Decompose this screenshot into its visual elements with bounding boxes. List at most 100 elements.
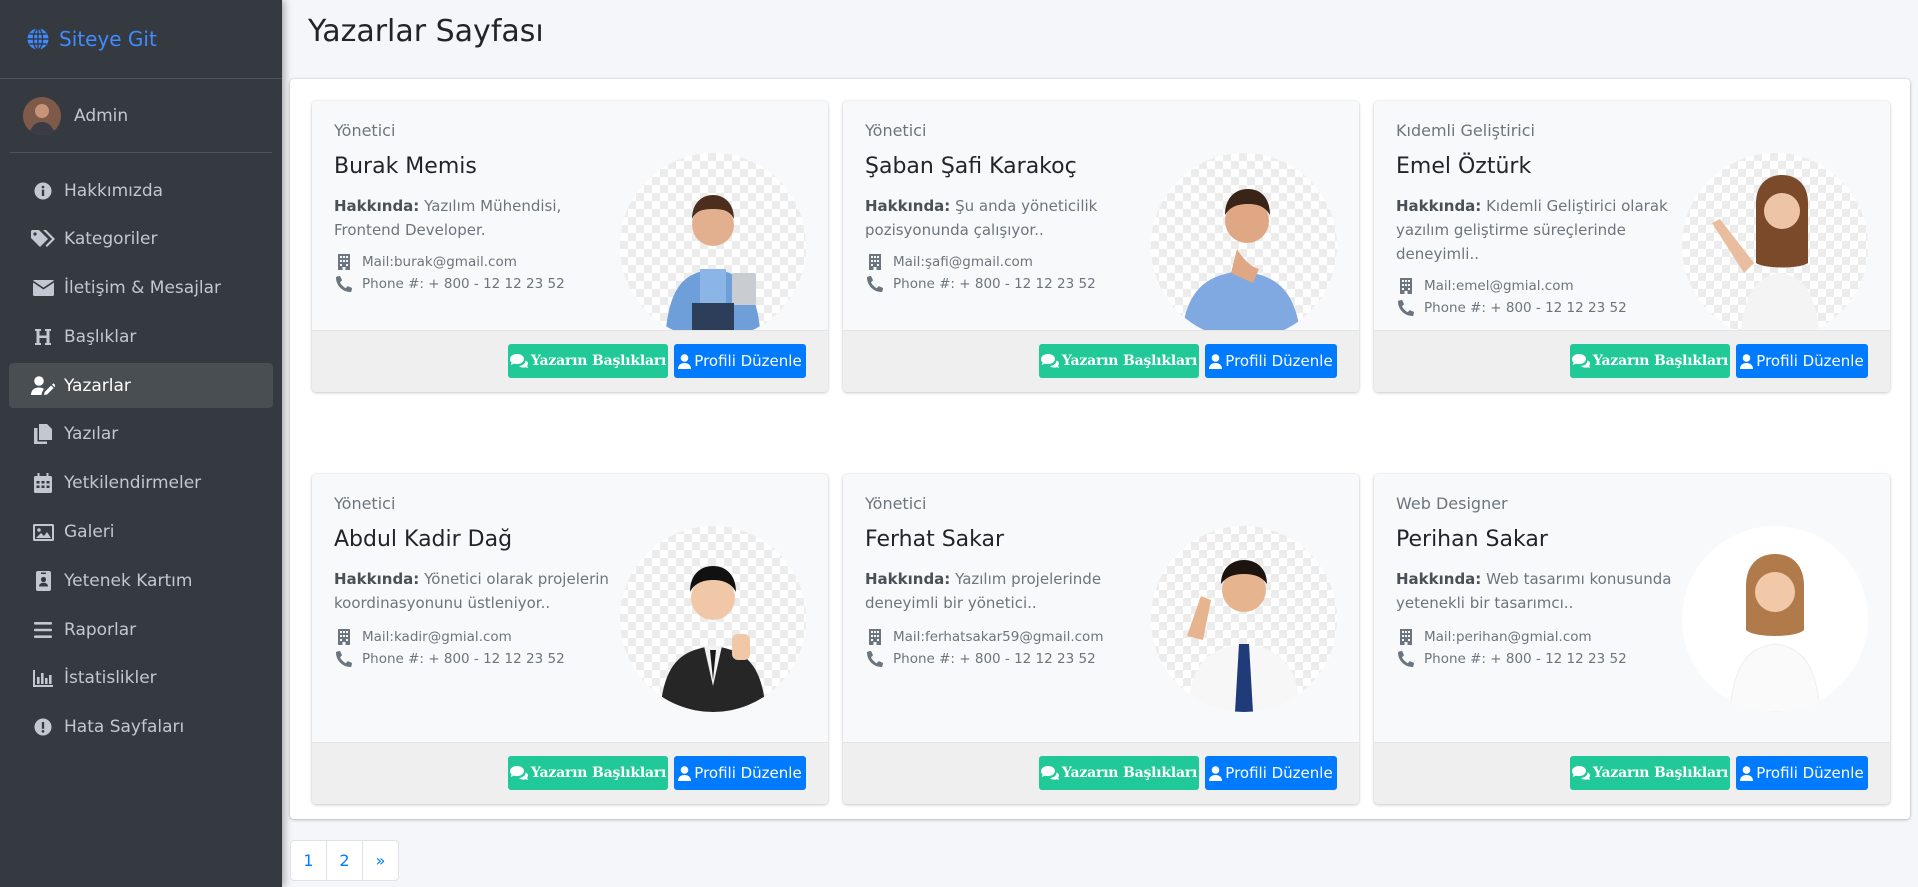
author-topics-button[interactable]: Yazarın Başlıkları bbox=[1570, 344, 1730, 378]
edit-profile-button[interactable]: Profili Düzenle bbox=[1736, 756, 1868, 790]
author-topics-button[interactable]: Yazarın Başlıkları bbox=[1039, 344, 1199, 378]
comments-icon bbox=[509, 766, 528, 780]
building-icon bbox=[338, 254, 350, 270]
user-icon bbox=[678, 353, 692, 369]
author-name: Abdul Kadir Dağ bbox=[334, 527, 513, 552]
author-role: Yönetici bbox=[334, 121, 396, 140]
comments-icon bbox=[1040, 766, 1059, 780]
edit-profile-button[interactable]: Profili Düzenle bbox=[1205, 756, 1337, 790]
heading-icon bbox=[31, 326, 55, 348]
author-topics-button[interactable]: Yazarın Başlıkları bbox=[508, 756, 668, 790]
author-mail: Mail:kadir@gmial.com bbox=[362, 629, 512, 645]
author-about: Hakkında: Şu anda yöneticilik pozisyonun… bbox=[865, 197, 1098, 239]
info-circle-icon bbox=[31, 180, 55, 202]
comments-icon bbox=[1040, 354, 1059, 368]
author-photo bbox=[1682, 526, 1868, 712]
author-card: Kıdemli Geliştirici Emel Öztürk Hakkında… bbox=[1374, 101, 1890, 392]
author-contact: Mail:kadir@gmial.com Phone #: + 800 - 12… bbox=[336, 626, 565, 670]
authors-grid: Yönetici Burak Memis Hakkında: Yazılım M… bbox=[312, 101, 1890, 804]
author-about: Hakkında: Yazılım Mühendisi, Frontend De… bbox=[334, 197, 562, 239]
sidebar-item-iletisim[interactable]: İletişim & Mesajlar bbox=[9, 266, 273, 311]
author-role: Yönetici bbox=[334, 494, 396, 513]
author-topics-button[interactable]: Yazarın Başlıkları bbox=[508, 344, 668, 378]
building-icon bbox=[1400, 278, 1412, 294]
building-icon bbox=[338, 629, 350, 645]
sidebar-item-yazarlar[interactable]: Yazarlar bbox=[9, 363, 273, 409]
user-icon bbox=[1740, 353, 1754, 369]
user-icon bbox=[1209, 353, 1223, 369]
author-mail: Mail:perihan@gmial.com bbox=[1424, 629, 1592, 645]
author-mail: Mail:burak@gmail.com bbox=[362, 254, 517, 270]
user-name: Admin bbox=[74, 105, 129, 126]
author-about: Hakkında: Kıdemli Geliştirici olarak yaz… bbox=[1396, 197, 1668, 263]
author-about: Hakkında: Web tasarımı konusunda yetenek… bbox=[1396, 570, 1672, 612]
author-about: Hakkında: Yazılım projelerinde deneyimli… bbox=[865, 570, 1102, 612]
author-mail: Mail:ferhatsakar59@gmail.com bbox=[893, 629, 1104, 645]
author-photo bbox=[1151, 153, 1337, 339]
sidebar-item-hata-sayfalari[interactable]: Hata Sayfaları bbox=[9, 705, 273, 750]
page-link-2[interactable]: 2 bbox=[326, 840, 363, 881]
author-topics-button[interactable]: Yazarın Başlıkları bbox=[1570, 756, 1730, 790]
author-contact: Mail:emel@gmial.com Phone #: + 800 - 12 … bbox=[1398, 275, 1627, 319]
card-footer: Yazarın Başlıkları Profili Düzenle bbox=[1374, 742, 1890, 804]
author-role: Yönetici bbox=[865, 121, 927, 140]
author-contact: Mail:şafi@gmail.com Phone #: + 800 - 12 … bbox=[867, 251, 1096, 295]
exclamation-circle-icon bbox=[31, 716, 55, 738]
sidebar-item-istatistikler[interactable]: İstatislikler bbox=[9, 656, 273, 701]
sidebar-item-kategoriler[interactable]: Kategoriler bbox=[9, 217, 273, 262]
page-link-1[interactable]: 1 bbox=[290, 840, 327, 881]
author-phone: Phone #: + 800 - 12 12 23 52 bbox=[362, 276, 565, 292]
sidebar-item-raporlar[interactable]: Raporlar bbox=[9, 607, 273, 652]
authors-panel: Yönetici Burak Memis Hakkında: Yazılım M… bbox=[290, 79, 1910, 819]
author-phone: Phone #: + 800 - 12 12 23 52 bbox=[893, 651, 1096, 667]
sidebar-item-basliklar[interactable]: Başlıklar bbox=[9, 314, 273, 359]
globe-icon bbox=[27, 27, 49, 51]
sidebar-item-yetenek-kartim[interactable]: Yetenek Kartım bbox=[9, 558, 273, 603]
user-icon bbox=[1740, 765, 1754, 781]
author-card: Yönetici Ferhat Sakar Hakkında: Yazılım … bbox=[843, 474, 1359, 804]
building-icon bbox=[869, 254, 881, 270]
bars-icon bbox=[31, 619, 55, 641]
user-icon bbox=[1209, 765, 1223, 781]
card-footer: Yazarın Başlıkları Profili Düzenle bbox=[843, 330, 1359, 392]
envelope-icon bbox=[31, 277, 55, 299]
author-phone: Phone #: + 800 - 12 12 23 52 bbox=[362, 651, 565, 667]
phone-icon bbox=[867, 651, 883, 667]
author-topics-button[interactable]: Yazarın Başlıkları bbox=[1039, 756, 1199, 790]
author-phone: Phone #: + 800 - 12 12 23 52 bbox=[1424, 300, 1627, 316]
sidebar-item-yetkilendirmeler[interactable]: Yetkilendirmeler bbox=[9, 461, 273, 506]
author-mail: Mail:emel@gmial.com bbox=[1424, 278, 1574, 294]
brand-text: Siteye Git bbox=[59, 27, 157, 51]
edit-profile-button[interactable]: Profili Düzenle bbox=[1736, 344, 1868, 378]
author-name: Emel Öztürk bbox=[1396, 154, 1532, 179]
edit-profile-button[interactable]: Profili Düzenle bbox=[1205, 344, 1337, 378]
user-edit-icon bbox=[31, 375, 55, 397]
user-icon bbox=[678, 765, 692, 781]
comments-icon bbox=[509, 354, 528, 368]
calendar-icon bbox=[31, 472, 55, 494]
sidebar-nav: Hakkımızda Kategoriler İletişim & Mesajl… bbox=[0, 168, 282, 750]
user-panel[interactable]: Admin bbox=[10, 79, 272, 153]
sidebar-item-galeri[interactable]: Galeri bbox=[9, 510, 273, 555]
author-name: Perihan Sakar bbox=[1396, 527, 1548, 552]
sidebar-item-yazilar[interactable]: Yazılar bbox=[9, 412, 273, 457]
card-footer: Yazarın Başlıkları Profili Düzenle bbox=[312, 742, 828, 804]
page-link-next[interactable]: » bbox=[362, 840, 399, 881]
sidebar-item-hakkimizda[interactable]: Hakkımızda bbox=[9, 168, 273, 213]
avatar bbox=[23, 96, 61, 135]
phone-icon bbox=[336, 651, 352, 667]
comments-icon bbox=[1571, 766, 1590, 780]
brand-link[interactable]: Siteye Git bbox=[0, 0, 282, 79]
author-card: Yönetici Burak Memis Hakkında: Yazılım M… bbox=[312, 101, 828, 392]
author-about: Hakkında: Yönetici olarak projelerin koo… bbox=[334, 570, 609, 612]
edit-profile-button[interactable]: Profili Düzenle bbox=[674, 344, 806, 378]
author-phone: Phone #: + 800 - 12 12 23 52 bbox=[1424, 651, 1627, 667]
author-card: Yönetici Şaban Şafi Karakoç Hakkında: Şu… bbox=[843, 101, 1359, 392]
card-footer: Yazarın Başlıkları Profili Düzenle bbox=[843, 742, 1359, 804]
edit-profile-button[interactable]: Profili Düzenle bbox=[674, 756, 806, 790]
phone-icon bbox=[1398, 651, 1414, 667]
image-icon bbox=[31, 521, 55, 543]
author-name: Ferhat Sakar bbox=[865, 527, 1005, 552]
comments-icon bbox=[1571, 354, 1590, 368]
author-mail: Mail:şafi@gmail.com bbox=[893, 254, 1033, 270]
